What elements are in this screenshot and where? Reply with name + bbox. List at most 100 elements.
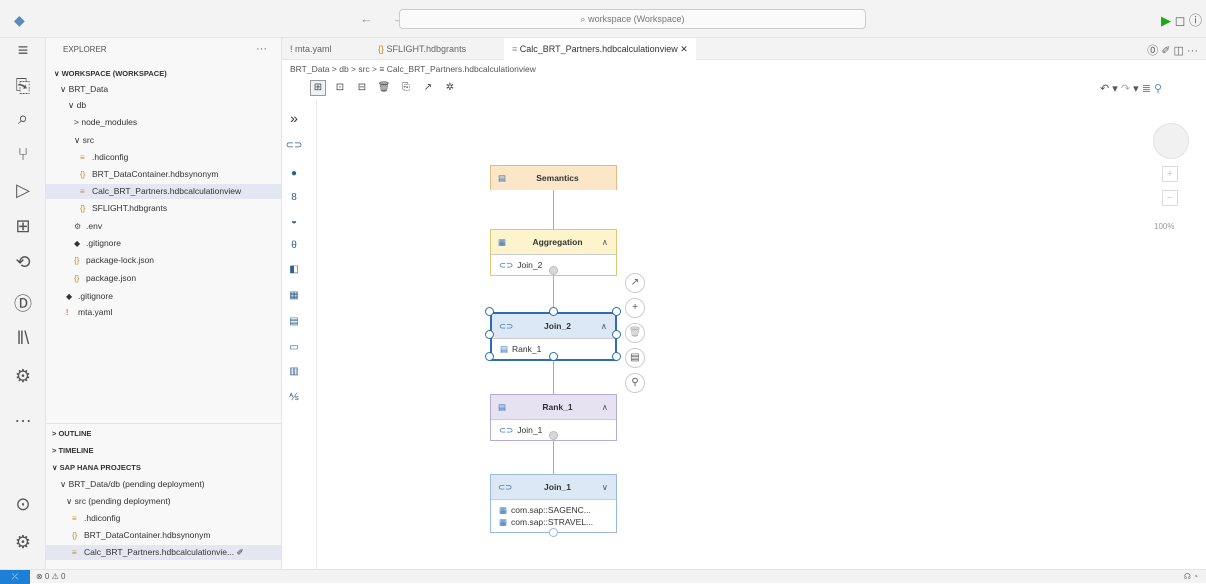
remote-indicator-icon[interactable]: ⤫ — [0, 570, 30, 584]
calculation-view-canvas[interactable] — [316, 100, 1196, 569]
hana-tree-calcview[interactable]: ≡ Calc_BRT_Partners.hdbcalculationvie... … — [46, 545, 281, 560]
resize-handle[interactable] — [485, 307, 494, 316]
tree-item-synonym[interactable]: {} BRT_DataContainer.hdbsynonym — [80, 167, 218, 182]
join-icon[interactable]: ⊂⊃ — [284, 140, 304, 151]
pan-navigator[interactable] — [1153, 123, 1189, 159]
expand-icon[interactable]: ⊡ — [332, 80, 348, 96]
debug-icon[interactable]: ✲ — [442, 80, 458, 96]
outline-section[interactable]: > OUTLINE — [52, 426, 91, 441]
non-equi-join-icon[interactable]: ● — [284, 168, 304, 179]
tree-item-hdiconfig[interactable]: ≡ .hdiconfig — [80, 150, 128, 165]
tree-item-src[interactable]: ∨ src — [74, 133, 94, 148]
account-icon[interactable]: ⊙ — [0, 494, 46, 515]
sap-hana-projects-section[interactable]: ∨ SAP HANA PROJECTS — [52, 460, 141, 475]
editor-actions[interactable]: ⓪ ✐ ◫ ··· — [1147, 42, 1198, 58]
tab-calc-view[interactable]: ≡ Calc_BRT_Partners.hdbcalculationview ✕ — [504, 38, 696, 60]
workspace-root[interactable]: ∨ WORKSPACE (WORKSPACE) — [54, 66, 167, 81]
node-join1[interactable]: ⊂⊃ Join_1 ∨ ▦ com.sap::SAGENC... ▦ com.sap::… — [490, 474, 617, 533]
hierarchy-icon[interactable]: ⅍ — [284, 392, 304, 403]
auto-layout-icon[interactable]: ⊞ — [310, 80, 326, 96]
node-properties-button[interactable]: ⚲ — [625, 373, 645, 393]
tab-sflight-grants[interactable]: {} SFLIGHT.hdbgrants — [370, 38, 474, 60]
undo-icon[interactable]: ↶ — [1100, 83, 1109, 95]
port-dot[interactable] — [549, 266, 558, 275]
tree-item-mta-yaml[interactable]: ! mta.yaml — [66, 305, 112, 320]
run-icon[interactable]: ▶ — [1161, 13, 1171, 28]
link-icon[interactable]: ↗ — [420, 80, 436, 96]
graph-icon[interactable]: ◧ — [284, 264, 304, 275]
table-function-icon[interactable]: ▥ — [284, 366, 304, 377]
problems-status[interactable]: ⊗ 0 ⚠ 0 — [36, 570, 65, 583]
intersect-icon[interactable]: ◒ — [284, 216, 304, 227]
command-center-search[interactable]: ⌕ workspace (Workspace) — [399, 9, 866, 29]
hana-tree-brt-db[interactable]: ∨ BRT_Data/db (pending deployment) — [60, 477, 205, 492]
resize-handle[interactable] — [549, 352, 558, 361]
notifications-icon[interactable]: ☊ ◔ — [1184, 570, 1198, 583]
tree-item-node-modules[interactable]: > node_modules — [74, 115, 137, 130]
deploy-icon[interactable]: ✐ — [236, 547, 243, 557]
collapse-chevron-icon[interactable]: ∧ — [602, 230, 608, 254]
run-debug-icon[interactable]: ▷ — [0, 180, 46, 201]
rank1-input[interactable]: Join_1 — [517, 425, 542, 435]
title-actions[interactable]: ▶ ◻ ⓘ — [1161, 10, 1202, 29]
breadcrumb[interactable]: BRT_Data > db > src > ≡ Calc_BRT_Partner… — [290, 64, 536, 74]
hana-icon[interactable]: ⚙ — [0, 366, 46, 387]
tree-item-env[interactable]: ⚙ .env — [74, 219, 102, 234]
remote-icon[interactable]: ⟲ — [0, 252, 46, 273]
settings-gear-icon[interactable]: ⚙ — [0, 532, 46, 553]
tree-item-package-json[interactable]: {} package.json — [74, 271, 136, 286]
explorer-icon[interactable]: ⎘ — [0, 76, 46, 97]
resize-handle[interactable] — [612, 352, 621, 361]
zoom-out-button[interactable]: − — [1162, 190, 1178, 206]
minus-icon[interactable]: θ — [284, 240, 304, 251]
resize-handle[interactable] — [485, 352, 494, 361]
hana-tree-hdiconfig[interactable]: ≡ .hdiconfig — [72, 511, 120, 526]
tree-item-db[interactable]: ∨ db — [68, 98, 86, 113]
add-node-button[interactable]: + — [625, 298, 645, 318]
node-details-button[interactable]: ▤ — [625, 348, 645, 368]
rank-icon[interactable]: ▤ — [284, 316, 304, 327]
collapse-chevron-icon[interactable]: ∧ — [601, 314, 607, 338]
timeline-icon[interactable]: Ⓓ — [0, 290, 46, 316]
resize-handle[interactable] — [612, 307, 621, 316]
connect-arrow-button[interactable]: ↗ — [625, 273, 645, 293]
node-semantics[interactable]: ▤ Semantics — [490, 165, 617, 190]
hana-tree-src[interactable]: ∨ src (pending deployment) — [66, 494, 171, 509]
projection-icon[interactable]: ▭ — [284, 342, 304, 353]
search-icon[interactable]: ⌕ — [0, 108, 46, 129]
delete-node-button[interactable]: 🗑 — [625, 323, 645, 343]
more-actions-icon[interactable]: ··· — [256, 43, 267, 55]
tree-item-package-lock[interactable]: {} package-lock.json — [74, 253, 154, 268]
table-input[interactable]: ▦ com.sap::STRAVEL... — [499, 516, 608, 528]
close-tab-icon[interactable]: ✕ — [680, 44, 688, 54]
resize-handle[interactable] — [485, 330, 494, 339]
properties-icon[interactable]: ⚲ — [1154, 83, 1162, 95]
menu-icon[interactable]: ≡ — [0, 40, 46, 61]
format-icon[interactable]: ≣ — [1142, 83, 1151, 95]
copy-icon[interactable]: ⎘ — [398, 80, 414, 96]
undo-redo-group[interactable]: ↶ ▾ ↷ ▾ ≣ ⚲ — [1100, 82, 1162, 95]
collapse-chevron-icon[interactable]: ∧ — [602, 395, 608, 419]
timeline-section[interactable]: > TIMELINE — [52, 443, 93, 458]
delete-icon[interactable]: 🗑 — [376, 80, 392, 96]
resize-handle[interactable] — [549, 307, 558, 316]
more-icon[interactable]: … — [0, 406, 46, 427]
tree-item-grants[interactable]: {} SFLIGHT.hdbgrants — [80, 201, 167, 216]
library-icon[interactable]: ‖\ — [0, 328, 46, 349]
tree-item-gitignore-db[interactable]: ◆ .gitignore — [74, 236, 121, 251]
port-dot[interactable] — [549, 528, 558, 537]
tree-item-brt-data[interactable]: ∨ BRT_Data — [60, 82, 108, 97]
table-input[interactable]: ▦ com.sap::SAGENC... — [499, 504, 608, 516]
port-dot[interactable] — [549, 431, 558, 440]
resize-handle[interactable] — [612, 330, 621, 339]
tab-mta-yaml[interactable]: ! mta.yaml — [282, 38, 340, 60]
expand-palette-icon[interactable]: » — [284, 110, 304, 126]
join2-input[interactable]: Rank_1 — [512, 344, 541, 354]
union-icon[interactable]: 8 — [284, 192, 304, 203]
redo-icon[interactable]: ↷ — [1121, 83, 1130, 95]
extensions-icon[interactable]: ⊞ — [0, 216, 46, 237]
collapse-icon[interactable]: ⊟ — [354, 80, 370, 96]
tree-item-calcview[interactable]: ≡ Calc_BRT_Partners.hdbcalculationview — [46, 184, 281, 199]
source-control-icon[interactable]: ⑂ — [0, 144, 46, 165]
expand-chevron-icon[interactable]: ∨ — [602, 475, 608, 499]
